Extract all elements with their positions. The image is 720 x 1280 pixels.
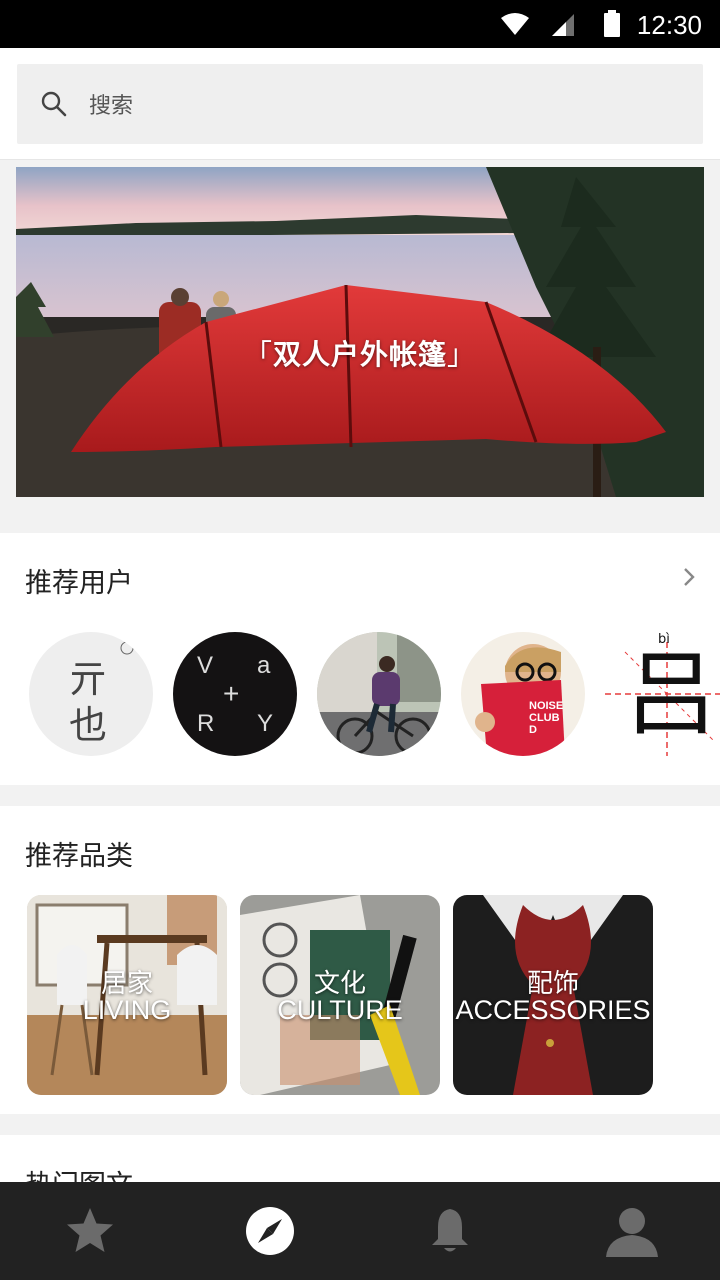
chevron-right-icon[interactable] <box>682 566 696 588</box>
avatar-letter: V <box>197 652 214 679</box>
search-placeholder: 搜索 <box>89 94 134 119</box>
avatar-text-bottom: 也 <box>69 703 108 747</box>
banner-image <box>16 167 704 497</box>
avatar-letter: a <box>257 652 271 679</box>
banner-title-text: 双人户外帐篷 <box>272 338 447 371</box>
status-time: 12:30 <box>636 10 702 40</box>
category-card-accessories[interactable]: 配饰 ACCESSORIES <box>453 895 653 1095</box>
tab-favorites[interactable] <box>0 1182 180 1280</box>
tab-profile[interactable] <box>540 1182 720 1280</box>
search-input[interactable]: 搜索 <box>17 64 703 144</box>
status-bar: 12:30 <box>0 0 720 48</box>
category-en-label: ACCESSORIES <box>455 995 651 1025</box>
search-section: 搜索 <box>0 48 720 160</box>
category-en-label: CULTURE <box>277 995 403 1025</box>
wifi-icon <box>501 13 529 35</box>
avatar-letter: Y <box>257 710 274 737</box>
star-icon <box>67 1208 113 1252</box>
user-avatar[interactable] <box>317 632 441 756</box>
person-icon <box>606 1208 658 1257</box>
search-icon <box>41 91 67 117</box>
battery-icon <box>604 10 620 37</box>
bottom-tab-bar <box>0 1182 720 1280</box>
section-title-categories: 推荐品类 <box>25 841 133 872</box>
bell-icon <box>432 1209 468 1252</box>
avatar-char: 吕 <box>625 641 718 748</box>
user-avatar[interactable]: bì 吕 <box>605 632 720 756</box>
banner-title: 「双人户外帐篷」 <box>243 338 477 371</box>
signal-icon <box>552 14 574 36</box>
tab-notifications[interactable] <box>360 1182 540 1280</box>
category-card-living[interactable]: 居家 LIVING <box>27 895 227 1095</box>
category-image <box>666 895 720 1095</box>
section-title-users: 推荐用户 <box>25 568 133 599</box>
hero-banner[interactable]: 「双人户外帐篷」 <box>16 167 704 497</box>
compass-icon <box>246 1207 294 1255</box>
user-avatar[interactable]: NOISE CLUB D <box>461 632 585 756</box>
user-avatar[interactable]: V a + R Y <box>173 632 297 756</box>
avatar-book-text: NOISE CLUB D <box>529 700 564 736</box>
category-card-culture[interactable]: 文化 CULTURE <box>240 895 440 1095</box>
plus-icon: + <box>223 678 240 709</box>
category-en-label: LIVING <box>82 995 172 1025</box>
tab-discover[interactable] <box>180 1182 360 1280</box>
user-avatar[interactable]: 亓 也 <box>29 632 153 756</box>
category-card-partial[interactable] <box>666 895 720 1095</box>
avatar-letter: R <box>197 710 215 737</box>
